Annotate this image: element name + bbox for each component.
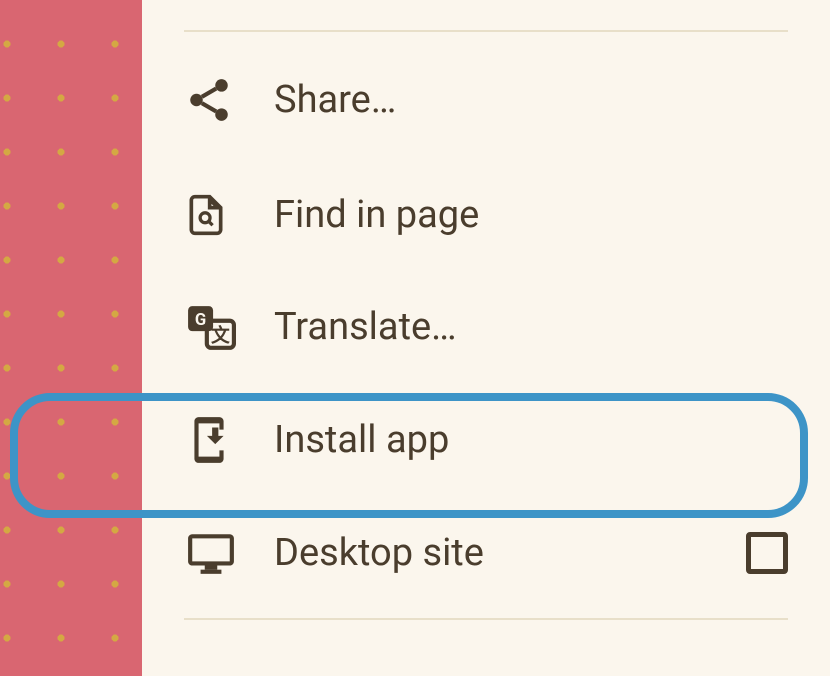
- divider-bottom: [184, 618, 788, 620]
- menu-item-label: Desktop site: [274, 531, 484, 575]
- background-pattern: [0, 0, 142, 676]
- menu-item-label: Find in page: [274, 193, 479, 237]
- desktop-site-checkbox[interactable]: [746, 532, 788, 574]
- menu-item-label: Install app: [274, 418, 449, 462]
- menu-item-find-in-page[interactable]: Find in page: [142, 158, 830, 272]
- menu-item-label: Translate…: [274, 305, 457, 349]
- menu-item-desktop-site[interactable]: Desktop site: [142, 498, 830, 608]
- menu-item-install-app[interactable]: Install app: [142, 382, 830, 498]
- menu-item-label: Share…: [274, 78, 396, 122]
- menu-item-share[interactable]: Share…: [142, 42, 830, 158]
- browser-menu-panel: Share… Find in page G 文 Translate…: [142, 0, 830, 676]
- share-icon: [184, 72, 244, 128]
- install-icon: [184, 412, 244, 468]
- svg-text:文: 文: [211, 324, 230, 347]
- translate-icon: G 文: [184, 302, 244, 352]
- svg-text:G: G: [195, 311, 206, 330]
- desktop-icon: [184, 528, 244, 578]
- find-icon: [184, 188, 244, 242]
- menu-item-translate[interactable]: G 文 Translate…: [142, 272, 830, 382]
- divider-top: [184, 30, 788, 32]
